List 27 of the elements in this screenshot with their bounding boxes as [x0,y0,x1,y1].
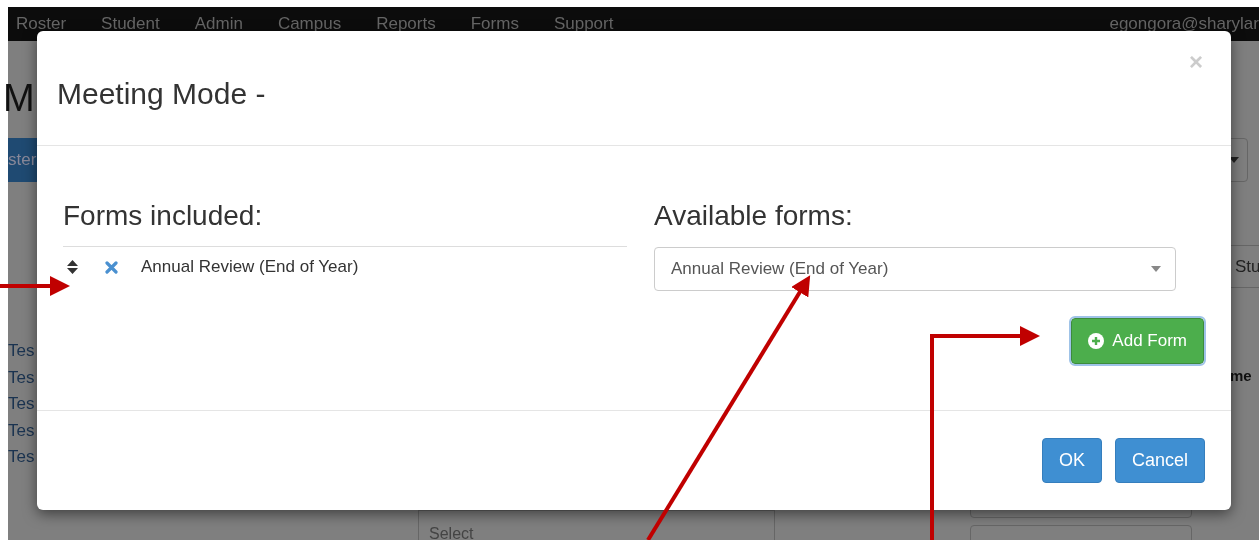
remove-icon[interactable] [105,260,118,274]
nav-link[interactable]: Reports [376,14,436,34]
section-heading: Forms included: [63,200,264,233]
nav-link[interactable]: Campus [277,14,342,34]
add-form-button[interactable]: Add Form [1071,318,1204,364]
table-link[interactable]: Tes [8,364,35,391]
nav-link[interactable]: Roster [16,14,67,34]
nav-link[interactable]: Admin [194,14,243,34]
section-heading: Available forms: [654,200,854,233]
table-link[interactable]: Tes [8,391,35,418]
modal-title: Meeting Mode - [57,77,266,112]
table-link[interactable]: Tes [8,444,35,471]
dialog-button[interactable]: OK [1041,438,1102,483]
sort-icon[interactable] [67,260,78,274]
plus-circle-icon [1088,333,1105,349]
dialog-button[interactable]: Cancel [1114,438,1205,483]
annotation-arrow [0,276,70,296]
nav-link[interactable]: Student [101,14,160,34]
column-label: me [1230,367,1252,384]
user-email[interactable]: egongora@sharylar [1109,14,1259,34]
table-link[interactable]: Tes [8,417,35,444]
nav-link[interactable]: Support [553,14,614,34]
form-name: Annual Review (End of Year) [141,257,359,277]
form-select[interactable]: Annual Review (End of Year) [654,247,1176,291]
nav-link[interactable]: Forms [470,14,519,34]
table-link[interactable]: Tes [8,338,35,365]
caret-icon [1151,266,1161,272]
